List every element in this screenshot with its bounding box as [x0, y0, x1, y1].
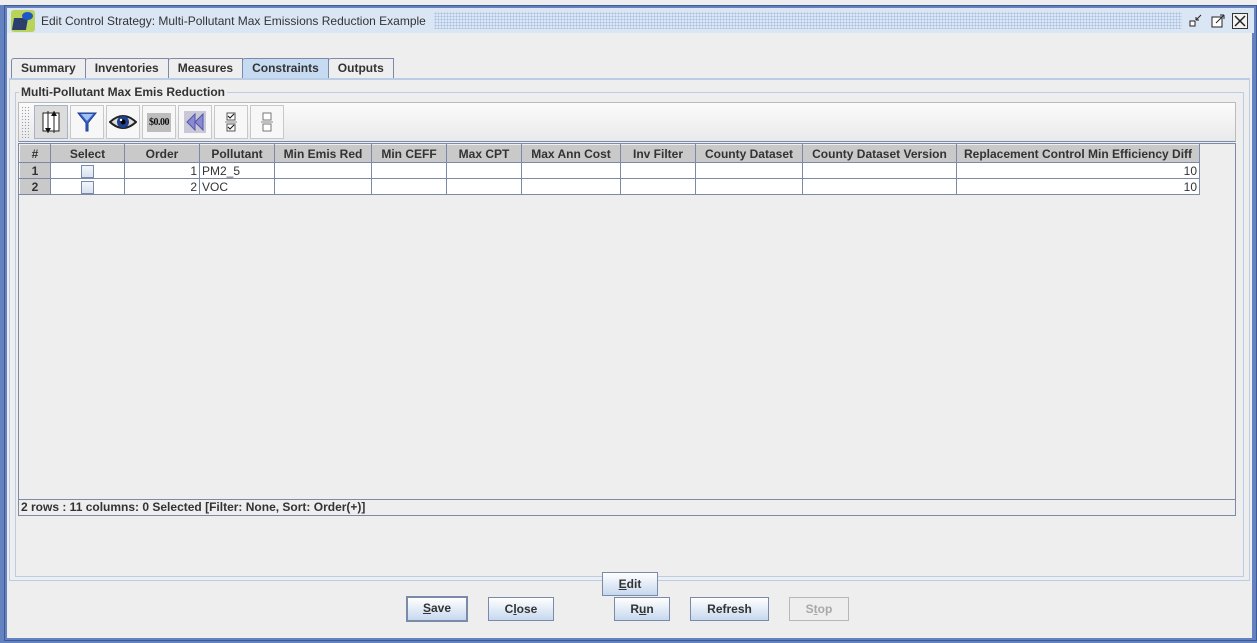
select-checkbox[interactable] — [81, 164, 94, 178]
format-button[interactable]: $0.00 — [142, 105, 176, 139]
replacement-min-eff-diff-cell[interactable]: 10 — [956, 162, 1200, 179]
row-number[interactable]: 2 — [19, 178, 51, 195]
run-label-pre: R — [630, 602, 639, 616]
county-dataset-cell[interactable] — [695, 162, 803, 179]
min-ceff-cell[interactable] — [371, 178, 447, 195]
county-dataset-version-cell[interactable] — [802, 178, 957, 195]
refresh-button[interactable]: Refresh — [690, 597, 769, 621]
save-mnemonic: S — [422, 601, 431, 615]
tab-constraints[interactable]: Constraints — [242, 58, 329, 78]
inv-filter-cell[interactable] — [620, 178, 696, 195]
maximize-icon — [1211, 14, 1225, 27]
window-content: Summary Inventories Measures Constraints… — [7, 33, 1252, 638]
max-cpt-cell[interactable] — [446, 178, 522, 195]
select-all-button[interactable] — [214, 105, 248, 139]
select-checkbox[interactable] — [81, 180, 94, 194]
minimize-button[interactable] — [1188, 13, 1204, 29]
tab-summary[interactable]: Summary — [11, 58, 86, 78]
order-cell[interactable]: 2 — [124, 178, 200, 195]
column-header-pollutant[interactable]: Pollutant — [199, 144, 275, 163]
column-header-max-ann-cost[interactable]: Max Ann Cost — [521, 144, 621, 163]
stop-label-rest: op — [817, 602, 833, 616]
max-ann-cost-cell[interactable] — [521, 178, 621, 195]
column-header-county-dataset-version[interactable]: County Dataset Version — [802, 144, 957, 163]
sort-icon — [42, 111, 60, 133]
column-header-replacement-min-eff-diff[interactable]: Replacement Control Min Efficiency Diff — [956, 144, 1200, 163]
table-header-row: # Select Order Pollutant Min Emis Red Mi… — [19, 144, 1200, 163]
tab-measures[interactable]: Measures — [167, 58, 244, 78]
group-title: Multi-Pollutant Max Emis Reduction — [19, 85, 228, 99]
window-title: Edit Control Strategy: Multi-Pollutant M… — [41, 13, 426, 28]
min-ceff-cell[interactable] — [371, 162, 447, 179]
edit-control-strategy-window: Edit Control Strategy: Multi-Pollutant M… — [4, 5, 1257, 641]
toolbar-grip[interactable] — [21, 106, 31, 138]
column-header-min-emis-red[interactable]: Min Emis Red — [274, 144, 372, 163]
column-header-order[interactable]: Order — [124, 144, 200, 163]
view-icon — [109, 115, 137, 129]
max-cpt-cell[interactable] — [446, 162, 522, 179]
save-button[interactable]: Save — [406, 596, 468, 622]
title-bar[interactable]: Edit Control Strategy: Multi-Pollutant M… — [7, 8, 1254, 33]
min-emis-red-cell[interactable] — [274, 162, 372, 179]
column-header-max-cpt[interactable]: Max CPT — [446, 144, 522, 163]
maximize-button[interactable] — [1210, 13, 1226, 29]
county-dataset-version-cell[interactable] — [802, 162, 957, 179]
select-cell[interactable] — [50, 178, 125, 195]
close-dialog-button[interactable]: Close — [488, 597, 554, 621]
close-icon — [1234, 14, 1246, 27]
inv-filter-cell[interactable] — [620, 162, 696, 179]
column-header-inv-filter[interactable]: Inv Filter — [620, 144, 696, 163]
edit-button[interactable]: Edit — [602, 572, 658, 596]
column-header-select[interactable]: Select — [50, 144, 125, 163]
stop-button[interactable]: Stop — [789, 597, 849, 621]
row-number[interactable]: 1 — [19, 162, 51, 179]
run-label-rest: n — [646, 602, 654, 616]
reset-button[interactable] — [178, 105, 212, 139]
tab-inventories[interactable]: Inventories — [84, 58, 169, 78]
pollutant-cell[interactable]: PM2_5 — [199, 162, 275, 179]
select-cell[interactable] — [50, 162, 125, 179]
edit-mnemonic: E — [618, 577, 627, 591]
view-button[interactable] — [106, 105, 140, 139]
table-status-bar: 2 rows : 11 columns: 0 Selected [Filter:… — [18, 500, 1236, 516]
tab-outputs[interactable]: Outputs — [327, 58, 394, 78]
reset-icon — [184, 111, 206, 133]
column-header-county-dataset[interactable]: County Dataset — [695, 144, 803, 163]
pollutant-cell[interactable]: VOC — [199, 178, 275, 195]
title-bar-grip — [433, 12, 1182, 29]
run-button[interactable]: Run — [614, 597, 670, 621]
close-label-pre: C — [504, 602, 514, 616]
save-label-rest: ave — [430, 601, 452, 615]
constraints-table: # Select Order Pollutant Min Emis Red Mi… — [19, 144, 1200, 195]
constraints-table-scrollpane[interactable]: # Select Order Pollutant Min Emis Red Mi… — [18, 143, 1236, 500]
filter-button[interactable] — [70, 105, 104, 139]
min-emis-red-cell[interactable] — [274, 178, 372, 195]
multi-pollutant-group: Multi-Pollutant Max Emis Reduction $0.00 — [15, 85, 1244, 577]
table-row[interactable]: 2 2 VOC 10 — [19, 178, 1200, 195]
close-label-rest: ose — [516, 602, 538, 616]
order-cell[interactable]: 1 — [124, 162, 200, 179]
clear-all-icon — [261, 112, 273, 132]
close-button[interactable] — [1232, 12, 1248, 29]
table-row[interactable]: 1 1 PM2_5 10 — [19, 162, 1200, 179]
table-toolbar: $0.00 — [18, 102, 1236, 142]
replacement-min-eff-diff-cell[interactable]: 10 — [956, 178, 1200, 195]
tab-strip: Summary Inventories Measures Constraints… — [11, 58, 394, 78]
max-ann-cost-cell[interactable] — [521, 162, 621, 179]
edit-label-rest: dit — [626, 577, 642, 591]
format-icon: $0.00 — [147, 112, 171, 132]
column-header-min-ceff[interactable]: Min CEFF — [371, 144, 447, 163]
app-icon — [11, 9, 35, 32]
select-all-icon — [225, 112, 237, 132]
sort-button[interactable] — [34, 105, 68, 139]
stop-label-pre: S — [805, 602, 814, 616]
county-dataset-cell[interactable] — [695, 178, 803, 195]
filter-icon — [76, 112, 98, 132]
clear-all-button[interactable] — [250, 105, 284, 139]
column-header-num[interactable]: # — [19, 144, 51, 163]
constraints-panel: Multi-Pollutant Max Emis Reduction $0.00 — [9, 78, 1250, 596]
minimize-icon — [1189, 14, 1202, 26]
